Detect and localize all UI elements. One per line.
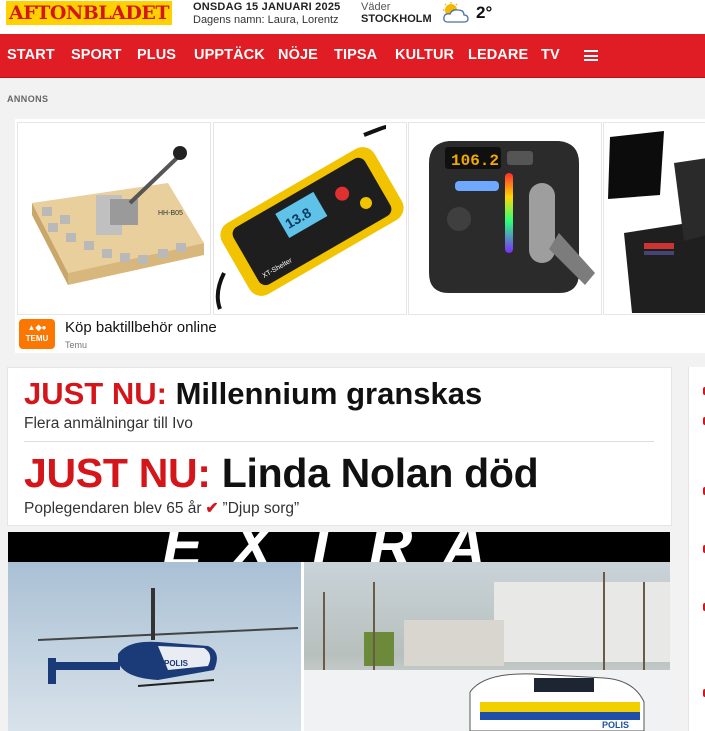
nav-sport[interactable]: SPORT [71, 34, 121, 77]
extra-banner: EXTRA [8, 532, 670, 579]
just-nu-tag: JUST NU: [24, 450, 211, 496]
wallet-product[interactable] [603, 122, 705, 315]
temperature: 2° [476, 3, 493, 22]
aftonbladet-logo[interactable]: AFTONBLADET [6, 1, 172, 25]
temu-icon: ▲◆● [27, 323, 47, 332]
weather-label[interactable]: Väder [361, 1, 390, 13]
car-polis-label: POLIS [602, 720, 629, 730]
checkmark-icon: ✔ [205, 500, 219, 517]
main-navigation: START SPORT PLUS UPPTÄCK NÖJE TIPSA KULT… [0, 34, 705, 78]
side-column [688, 367, 705, 731]
police-helicopter-photo[interactable]: POLIS [8, 562, 301, 731]
nav-plus[interactable]: PLUS [137, 34, 176, 77]
battery-charger-product[interactable]: 13.8 XT-Shelter [213, 122, 407, 315]
nav-ledare[interactable]: LEDARE [468, 34, 528, 77]
top-bar: AFTONBLADET ONSDAG 15 JANUARI 2025 Dagen… [0, 0, 705, 34]
helicopter-polis-label: POLIS [164, 659, 189, 668]
weather-city[interactable]: STOCKHOLM [361, 13, 432, 25]
ad-footer[interactable]: ▲◆● TEMU Köp baktillbehör online Temu [15, 316, 705, 353]
car-fm-transmitter-product[interactable]: 106.2 [408, 122, 602, 315]
ad-brand: Temu [65, 340, 88, 350]
breaking-subtitle-1[interactable]: Flera anmälningar till Ivo [24, 415, 193, 433]
breaking-headline-2[interactable]: JUST NU: Linda Nolan död [24, 450, 539, 497]
police-car-school-photo[interactable]: POLIS [304, 562, 670, 731]
nav-start[interactable]: START [7, 34, 55, 77]
ad-title[interactable]: Köp baktillbehör online [65, 319, 217, 336]
breaking-headline-1[interactable]: JUST NU: Millennium granskas [24, 376, 482, 412]
extra-news-section[interactable]: EXTRA POLIS POLIS [8, 532, 670, 731]
ad-label: ANNONS [7, 94, 49, 104]
nav-kultur[interactable]: KULTUR [395, 34, 454, 77]
nav-tv[interactable]: TV [541, 34, 560, 77]
partly-cloudy-icon[interactable] [440, 2, 470, 24]
extra-banner-text: EXTRA [162, 532, 515, 562]
nav-tipsa[interactable]: TIPSA [334, 34, 377, 77]
name-day: Dagens namn: Laura, Lorentz [193, 14, 339, 26]
tool-model-label: HH-B05 [158, 210, 183, 217]
advertisement[interactable]: HH-B05 13.8 XT-Shelter 106.2 ▲◆● TEMU Kö… [15, 119, 705, 353]
transmitter-display-value: 106.2 [451, 152, 499, 170]
breaking-news-card: JUST NU: Millennium granskas Flera anmäl… [7, 367, 672, 526]
nav-upptack[interactable]: UPPTÄCK [194, 34, 265, 77]
nav-noje[interactable]: NÖJE [278, 34, 318, 77]
current-date: ONSDAG 15 JANUARI 2025 [193, 1, 341, 13]
hamburger-menu-icon[interactable] [584, 50, 598, 61]
breaking-subtitle-2[interactable]: Poplegendaren blev 65 år ✔ ”Djup sorg” [24, 499, 299, 518]
news-divider [24, 441, 654, 442]
bench-tool-product[interactable]: HH-B05 [17, 122, 211, 315]
just-nu-tag: JUST NU: [24, 376, 167, 411]
temu-logo[interactable]: ▲◆● TEMU [19, 319, 55, 349]
